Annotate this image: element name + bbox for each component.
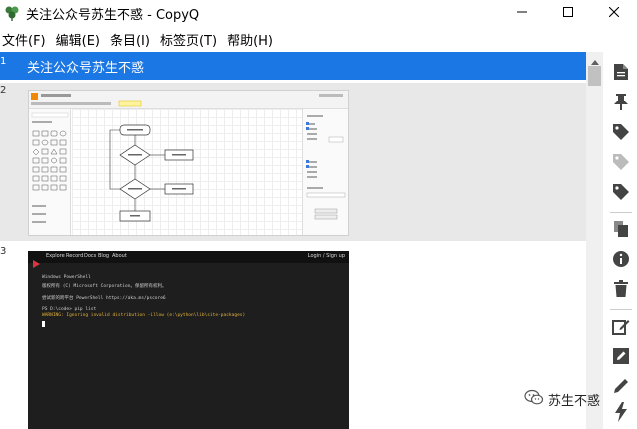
item-text: 关注公众号苏生不惑 [27,61,145,76]
trash-icon [613,280,629,302]
diagram-editor-thumbnail [28,90,349,236]
shape-palette [29,109,71,235]
copyq-icon [4,5,20,21]
title-bar: 关注公众号苏生不惑 - CopyQ [0,0,637,26]
play-logo-icon [32,253,40,272]
show-info-button[interactable] [608,248,634,274]
window-title: 关注公众号苏生不惑 - CopyQ [26,7,200,23]
minimize-button[interactable] [499,0,545,24]
scroll-up-button[interactable] [586,52,603,66]
close-icon [609,7,619,17]
info-icon [612,250,630,272]
nav-link-about: About [112,253,127,259]
nav-login: Login / Sign up [307,253,345,259]
nav-link-explore: Explore [46,253,65,259]
watermark-text: 苏生不惑 [548,394,601,409]
terminal-line: 版权所有 (C) Microsoft Corporation。保留所有权利。 [42,284,167,289]
list-item[interactable]: 2 [0,83,586,241]
nav-link-record: Record [66,253,84,259]
terminal-warning-line: WARNING: Ignoring invalid distribution -… [42,313,246,318]
toolbar-separator [610,212,632,213]
wechat-icon [524,389,544,410]
scroll-thumb[interactable] [588,66,601,86]
nav-link-docs: Docs [84,253,97,259]
nav-link-blog: Blog [98,253,110,259]
action-button[interactable] [608,401,634,427]
edit-notes-button[interactable] [608,375,634,401]
new-item-button[interactable] [608,61,634,87]
item-number: 2 [0,85,7,96]
pin-icon [613,93,629,115]
wechat-watermark: 苏生不惑 [524,389,600,410]
maximize-icon [563,7,573,17]
tag-disabled-icon [612,153,630,175]
list-item[interactable]: 3 Explore Record Docs Blog About Login /… [0,244,586,429]
copy-icon [613,220,629,242]
menu-item[interactable]: 条目(I) [108,30,158,49]
tag-icon [612,183,630,205]
tag-important-button[interactable] [608,181,634,207]
menu-bar: 文件(F) 编辑(E) 条目(I) 标签页(T) 帮助(H) [0,28,281,50]
menu-edit[interactable]: 编辑(E) [54,30,108,49]
toolbar-separator [610,309,632,310]
close-button[interactable] [591,0,637,24]
terminal-line: 尝试新的跨平台 PowerShell https://aka.ms/pscore… [42,296,166,301]
terminal-thumbnail: Explore Record Docs Blog About Login / S… [28,251,349,429]
minimize-icon [517,7,527,17]
clipboard-item-list[interactable]: 1 关注公众号苏生不惑 2 3 Explore Record Docs Blog… [0,52,586,429]
tag-button[interactable] [608,121,634,147]
menu-file[interactable]: 文件(F) [0,30,54,49]
copy-button[interactable] [608,218,634,244]
menu-help[interactable]: 帮助(H) [225,30,281,49]
edit-button[interactable] [608,345,634,371]
format-panel [302,109,348,235]
pin-button[interactable] [608,91,634,117]
menu-tabs[interactable]: 标签页(T) [158,30,225,49]
copyq-window: 关注公众号苏生不惑 - CopyQ 文件(F) 编辑(E) 条目(I) 标签页(… [0,0,637,429]
terminal-line: PS D:\code> pip list [42,307,97,312]
tag-icon [612,123,630,145]
list-item[interactable]: 1 关注公众号苏生不惑 [0,52,586,80]
pencil-icon [612,377,630,399]
terminal-cursor [42,321,45,327]
edit-external-button[interactable] [608,315,634,341]
item-actions-toolbar [604,52,637,429]
document-icon [613,63,629,85]
item-number: 3 [0,246,7,257]
edit-external-icon [612,317,630,339]
terminal-line: Windows PowerShell [42,275,91,280]
edit-icon [612,347,630,369]
item-number: 1 [0,56,7,67]
terminal-nav-bar: Explore Record Docs Blog About Login / S… [28,251,349,268]
untag-button[interactable] [608,151,634,177]
vertical-scrollbar[interactable] [586,52,603,429]
delete-button[interactable] [608,278,634,304]
diagram-canvas [72,109,303,235]
maximize-button[interactable] [545,0,591,24]
thumbnail-toolbar [29,91,348,109]
lightning-icon [614,402,628,426]
